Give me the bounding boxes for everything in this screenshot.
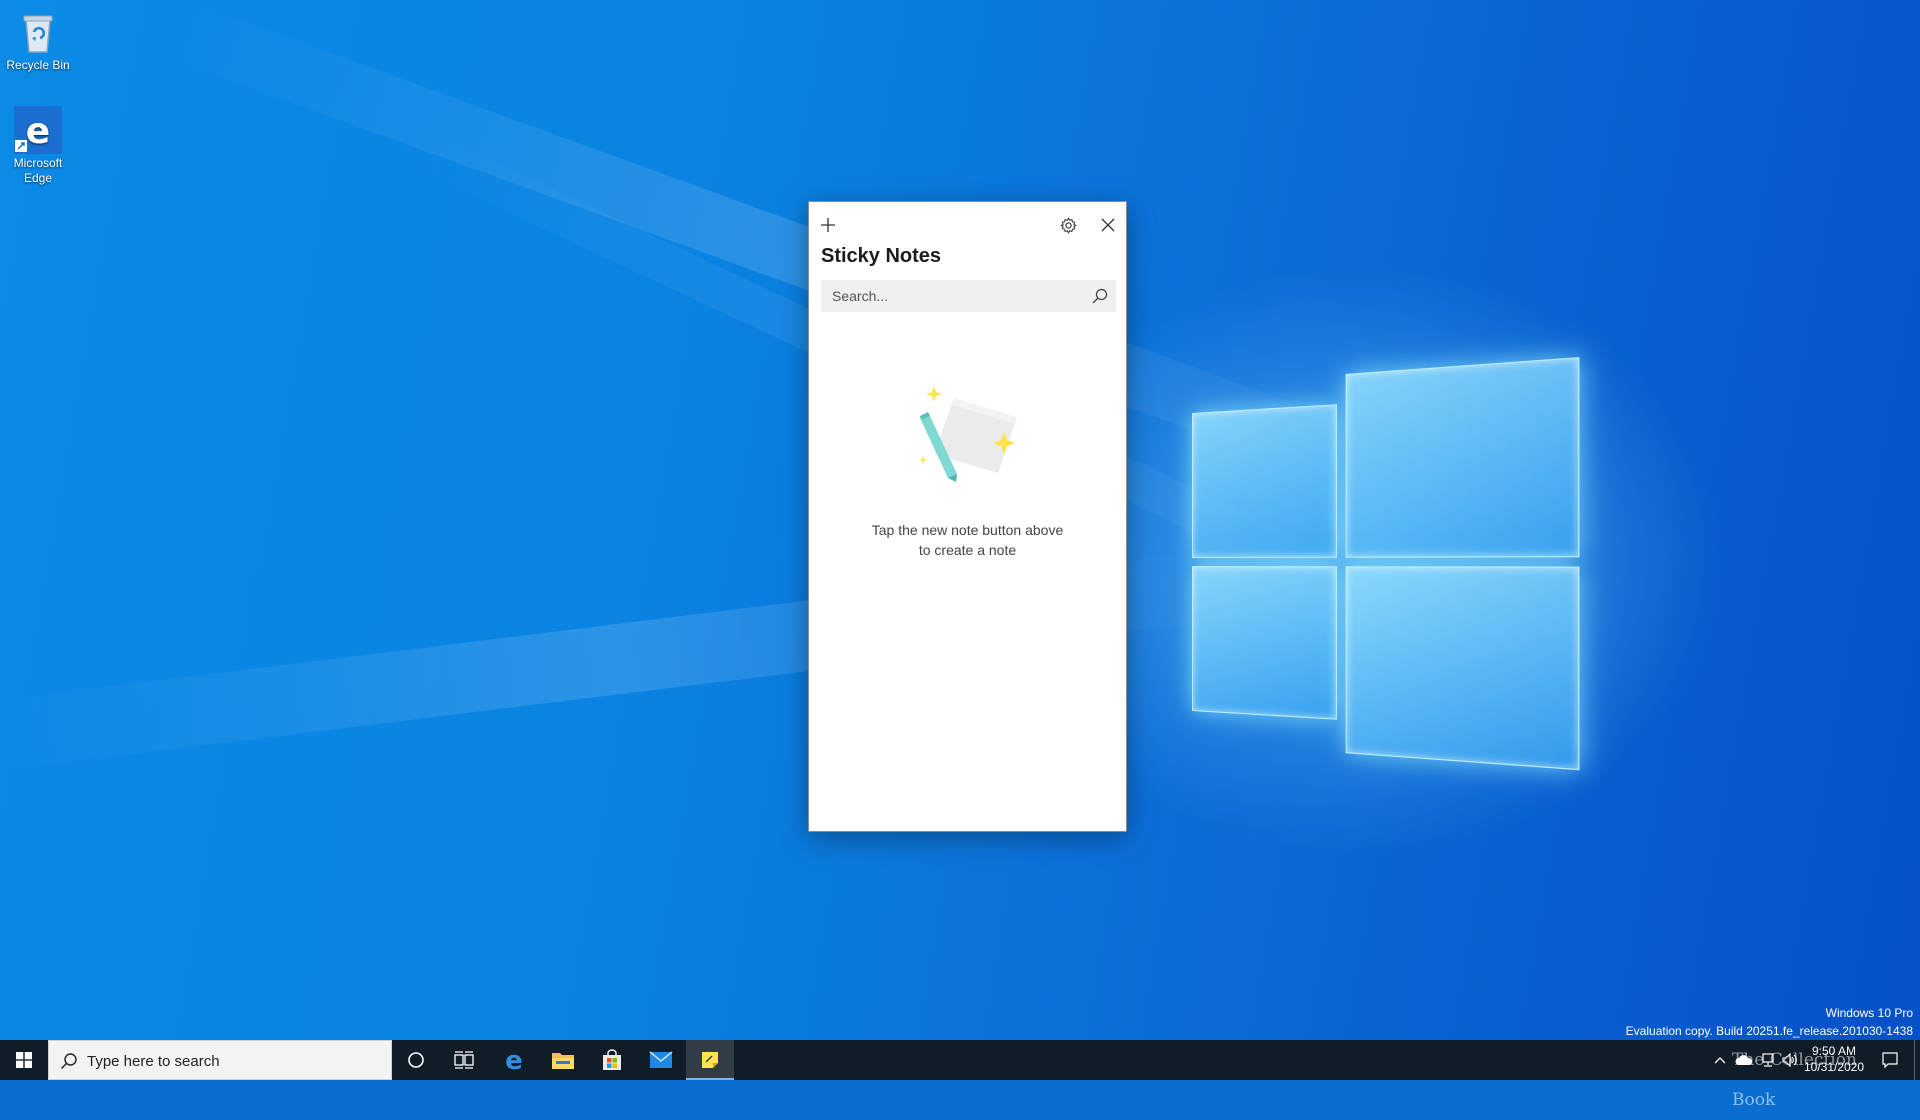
close-button[interactable]: [1092, 210, 1124, 240]
gear-icon: [1059, 216, 1077, 234]
search-icon: [60, 1053, 77, 1070]
new-note-button[interactable]: [812, 210, 844, 240]
sticky-notes-taskbar-button[interactable]: [686, 1040, 734, 1080]
taskbar: e The Collection Book: [0, 1040, 1920, 1110]
cortana-button[interactable]: [392, 1040, 440, 1080]
sticky-notes-icon: [702, 1052, 718, 1068]
folder-icon: [552, 1053, 574, 1069]
clock-time: 9:50 AM: [1811, 1044, 1857, 1058]
start-button[interactable]: [0, 1040, 48, 1080]
app-title: Sticky Notes: [821, 245, 942, 267]
plus-icon: [821, 218, 835, 232]
sticky-notes-window: Sticky Notes Tap the new note button abo…: [808, 201, 1127, 832]
show-hidden-icons-button[interactable]: [1708, 1040, 1732, 1080]
notification-icon: [1882, 1052, 1898, 1068]
microsoft-edge-icon: e: [505, 1048, 523, 1072]
chevron-up-icon: [1714, 1057, 1726, 1064]
settings-button[interactable]: [1052, 210, 1084, 240]
network-icon: [1762, 1053, 1774, 1067]
taskbar-edge-button[interactable]: e: [490, 1040, 538, 1080]
empty-state-line-2: to create a note: [918, 542, 1017, 558]
microsoft-edge-icon: e: [14, 106, 62, 154]
recycle-bin-label: Recycle Bin: [6, 58, 70, 72]
network-button[interactable]: [1756, 1040, 1780, 1080]
show-desktop-button[interactable]: [1914, 1040, 1920, 1080]
mail-button[interactable]: [637, 1040, 685, 1080]
svg-text:e: e: [26, 111, 50, 152]
notes-search-box: [821, 280, 1116, 312]
microsoft-edge-label: Microsoft Edge: [13, 156, 63, 185]
notes-search-input[interactable]: [821, 280, 1081, 312]
svg-text:e: e: [505, 1048, 523, 1072]
mail-icon: [649, 1051, 673, 1068]
windows-logo: [1192, 357, 1580, 771]
task-view-button[interactable]: [440, 1040, 488, 1080]
windows-start-icon: [16, 1052, 32, 1068]
empty-state-message: Tap the new note button above to create …: [809, 520, 1126, 560]
taskbar-clock[interactable]: 9:50 AM 10/31/2020: [1796, 1043, 1872, 1075]
taskbar-search-input[interactable]: [85, 1041, 389, 1081]
cortana-icon: [408, 1052, 424, 1068]
file-explorer-button[interactable]: [539, 1040, 587, 1080]
empty-state-line-1: Tap the new note button above: [871, 522, 1064, 538]
close-icon: [1101, 218, 1115, 232]
onedrive-button[interactable]: [1732, 1040, 1756, 1080]
edition-watermark: Windows 10 Pro: [1825, 1006, 1913, 1020]
store-bag-icon: [603, 1049, 621, 1070]
task-view-icon: [454, 1051, 474, 1069]
recycle-bin-shortcut[interactable]: Recycle Bin: [1, 8, 75, 73]
recycle-bin-icon: [14, 8, 62, 56]
search-icon[interactable]: [1091, 287, 1109, 305]
cloud-icon: [1735, 1055, 1753, 1065]
microsoft-store-button[interactable]: [588, 1040, 636, 1080]
action-center-button[interactable]: [1876, 1040, 1904, 1080]
clock-date: 10/31/2020: [1803, 1060, 1865, 1074]
empty-notes-illustration: [919, 386, 1017, 482]
microsoft-edge-shortcut[interactable]: e Microsoft Edge: [1, 106, 75, 186]
build-watermark: Evaluation copy. Build 20251.fe_release.…: [1625, 1024, 1913, 1038]
taskbar-search-box: [48, 1040, 392, 1081]
